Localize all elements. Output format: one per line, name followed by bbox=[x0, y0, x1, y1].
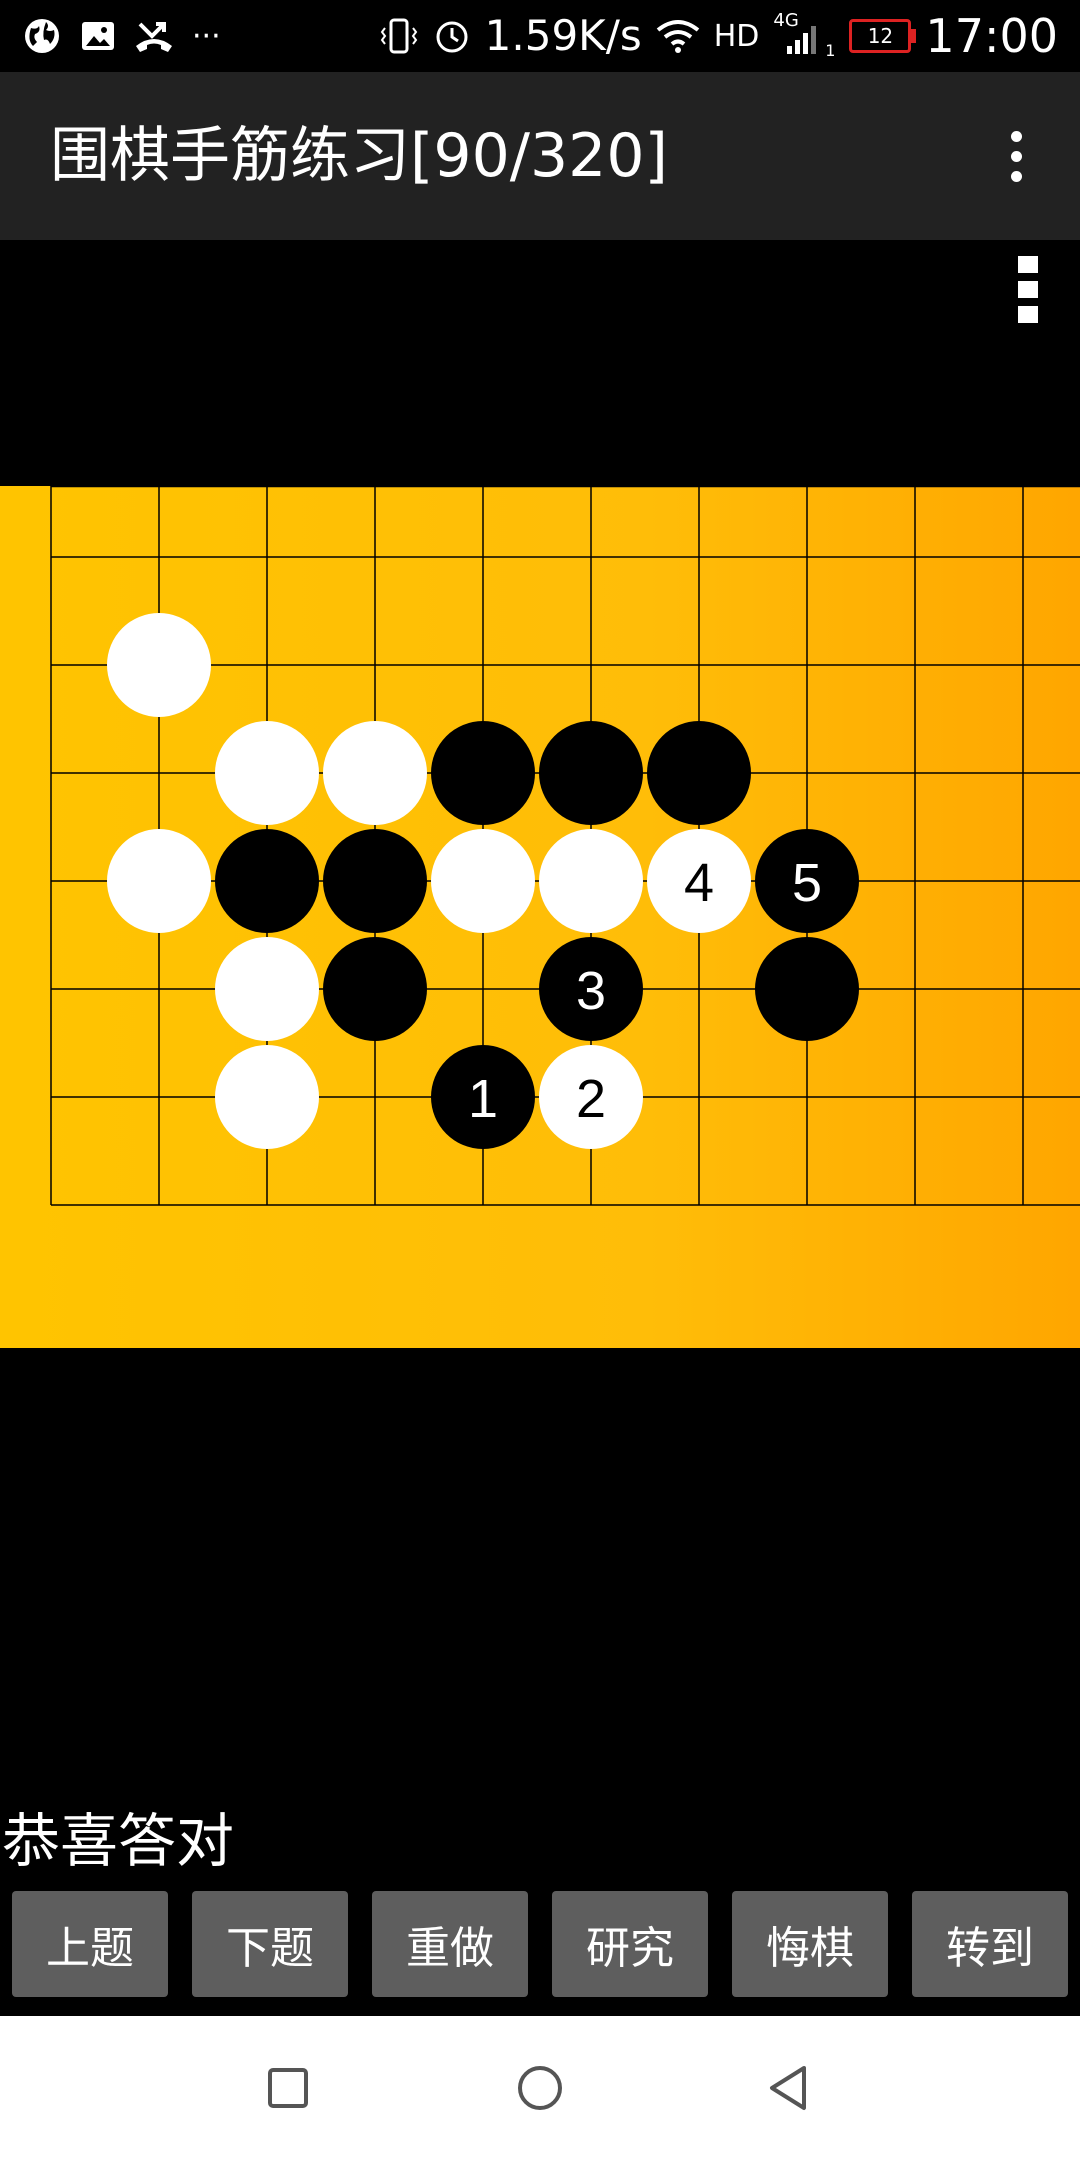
white-stone bbox=[323, 721, 427, 825]
move-number-label: 1 bbox=[468, 1069, 498, 1129]
page-title: 围棋手筋练习[90/320] bbox=[50, 121, 668, 191]
status-indicators: 1.59K/s HD 4G 1 12 17:00 bbox=[379, 0, 1058, 72]
undo-button[interactable]: 悔棋 bbox=[732, 1891, 888, 1997]
home-icon bbox=[518, 2066, 562, 2110]
battery-level: 12 bbox=[867, 24, 894, 48]
wifi-icon bbox=[656, 20, 699, 53]
cellular-signal: 4G 1 bbox=[773, 10, 835, 60]
board-canvas[interactable]: 4 2 5 3 1 bbox=[0, 486, 1080, 1348]
move-number-label: 3 bbox=[576, 961, 606, 1021]
more-notifications-icon: ··· bbox=[192, 18, 221, 54]
clock: 17:00 bbox=[925, 9, 1058, 63]
move-number-label: 5 bbox=[792, 853, 822, 913]
battery-icon: 12 bbox=[849, 19, 917, 53]
sim-slot: 1 bbox=[825, 41, 836, 60]
research-button[interactable]: 研究 bbox=[552, 1891, 708, 1997]
more-vert-icon bbox=[1010, 130, 1022, 142]
redo-button[interactable]: 重做 bbox=[372, 1891, 528, 1997]
status-bar: ··· 1.59K/s HD 4G 1 12 17:00 bbox=[0, 0, 1080, 72]
white-stone bbox=[431, 829, 535, 933]
hd-label: HD bbox=[713, 18, 760, 54]
black-stone bbox=[755, 937, 859, 1041]
move-number-label: 4 bbox=[684, 853, 714, 913]
goto-button[interactable]: 转到 bbox=[912, 1891, 1068, 1997]
network-speed: 1.59K/s bbox=[484, 11, 642, 60]
white-stone bbox=[215, 1045, 319, 1149]
black-stone bbox=[539, 721, 643, 825]
result-message: 恭喜答对 bbox=[2, 1807, 235, 1875]
white-stone bbox=[107, 829, 211, 933]
action-bar: 上题 下题 重做 研究 悔棋 转到 bbox=[12, 1891, 1068, 1997]
go-board[interactable]: 4 2 5 3 1 bbox=[0, 486, 1080, 1348]
white-stone bbox=[539, 829, 643, 933]
board-menu-button[interactable] bbox=[1018, 256, 1046, 324]
overflow-menu-button[interactable] bbox=[976, 116, 1056, 196]
move-number-label: 2 bbox=[576, 1069, 606, 1129]
notification-icons: ··· bbox=[22, 14, 221, 58]
white-stone bbox=[107, 613, 211, 717]
back-button[interactable] bbox=[756, 2056, 820, 2120]
next-problem-button[interactable]: 下题 bbox=[192, 1891, 348, 1997]
black-stone bbox=[215, 829, 319, 933]
globe-icon bbox=[25, 19, 59, 53]
white-stone bbox=[215, 721, 319, 825]
recent-apps-button[interactable] bbox=[256, 2056, 320, 2120]
nav-bar bbox=[0, 2016, 1080, 2160]
black-stone bbox=[647, 721, 751, 825]
white-stone bbox=[215, 937, 319, 1041]
signal-icon bbox=[787, 26, 817, 54]
recent-apps-icon bbox=[268, 2068, 308, 2108]
alarm-icon bbox=[436, 21, 468, 53]
back-icon bbox=[770, 2066, 806, 2110]
vibrate-icon bbox=[380, 18, 417, 54]
prev-problem-button[interactable]: 上题 bbox=[12, 1891, 168, 1997]
home-button[interactable] bbox=[508, 2056, 572, 2120]
black-stone bbox=[431, 721, 535, 825]
black-stone bbox=[323, 829, 427, 933]
missed-call-icon bbox=[136, 22, 172, 52]
black-stone bbox=[323, 937, 427, 1041]
app-bar: 围棋手筋练习[90/320] bbox=[0, 72, 1080, 240]
image-icon bbox=[82, 22, 114, 50]
